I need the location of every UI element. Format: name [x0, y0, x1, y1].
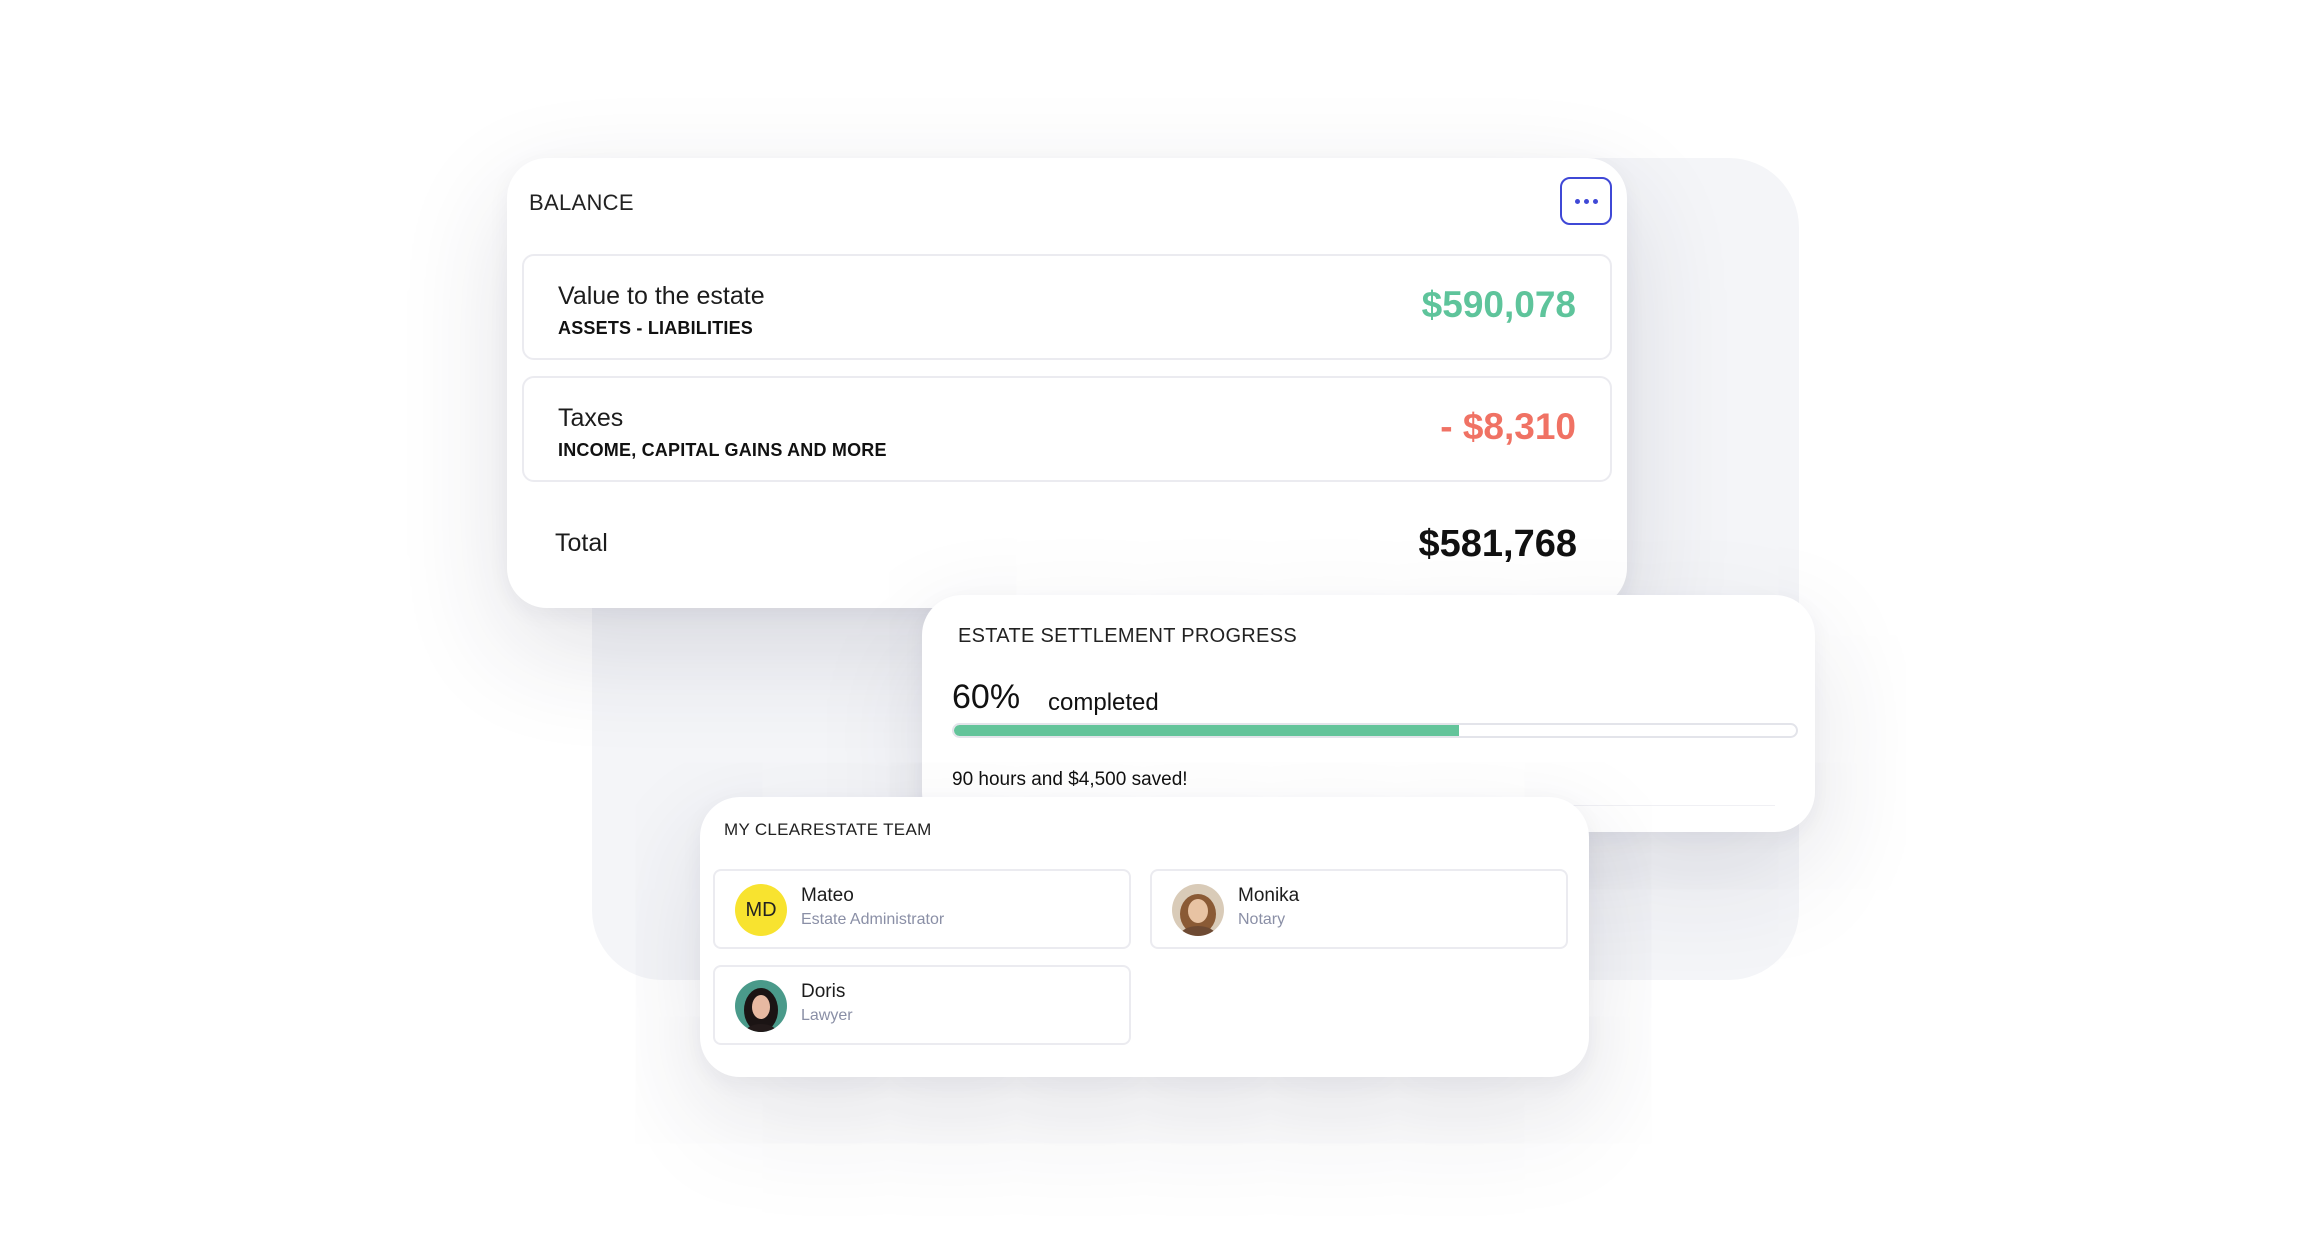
- total-amount: $581,768: [1418, 523, 1578, 565]
- team-card: MY CLEARESTATE TEAM MD Mateo Estate Admi…: [700, 797, 1589, 1077]
- taxes-label: Taxes: [558, 404, 624, 432]
- member-role: Lawyer: [801, 1007, 853, 1024]
- progress-saved-text: 90 hours and $4,500 saved!: [952, 769, 1188, 790]
- team-member-doris[interactable]: Doris Lawyer: [713, 965, 1131, 1045]
- taxes-sublabel: INCOME, CAPITAL GAINS AND MORE: [558, 440, 887, 460]
- progress-bar-fill: [954, 725, 1460, 736]
- more-options-button[interactable]: [1560, 177, 1612, 225]
- total-label: Total: [555, 529, 608, 557]
- member-role: Estate Administrator: [801, 911, 945, 928]
- progress-bar: [952, 723, 1798, 738]
- estate-value-sublabel: ASSETS - LIABILITIES: [558, 318, 754, 338]
- avatar: [1172, 884, 1224, 936]
- team-title: MY CLEARESTATE TEAM: [724, 820, 932, 839]
- team-member-mateo[interactable]: MD Mateo Estate Administrator: [713, 869, 1131, 949]
- more-horizontal-icon-dot: [1583, 198, 1589, 204]
- team-member-monika[interactable]: Monika Notary: [1150, 869, 1568, 949]
- progress-percent: 60%: [952, 678, 1021, 716]
- taxes-amount: - $8,310: [1440, 406, 1576, 447]
- balance-title: BALANCE: [529, 190, 634, 215]
- estate-value-amount: $590,078: [1421, 284, 1576, 325]
- balance-card: BALANCE Value to the estate ASSETS - LIA…: [507, 158, 1627, 608]
- progress-completed-label: completed: [1048, 689, 1159, 716]
- member-name: Mateo: [801, 885, 854, 906]
- more-horizontal-icon-dot: [1592, 198, 1598, 204]
- progress-title: ESTATE SETTLEMENT PROGRESS: [958, 625, 1297, 647]
- estate-value-row: Value to the estate ASSETS - LIABILITIES…: [522, 254, 1612, 360]
- member-role: Notary: [1238, 911, 1286, 928]
- stage: BALANCE Value to the estate ASSETS - LIA…: [0, 0, 2304, 1252]
- estate-value-label: Value to the estate: [558, 282, 765, 310]
- taxes-row: Taxes INCOME, CAPITAL GAINS AND MORE - $…: [522, 376, 1612, 482]
- avatar: [735, 980, 787, 1032]
- member-name: Doris: [801, 981, 846, 1002]
- more-horizontal-icon: [1574, 198, 1580, 204]
- member-name: Monika: [1238, 885, 1300, 906]
- avatar: MD: [735, 884, 787, 936]
